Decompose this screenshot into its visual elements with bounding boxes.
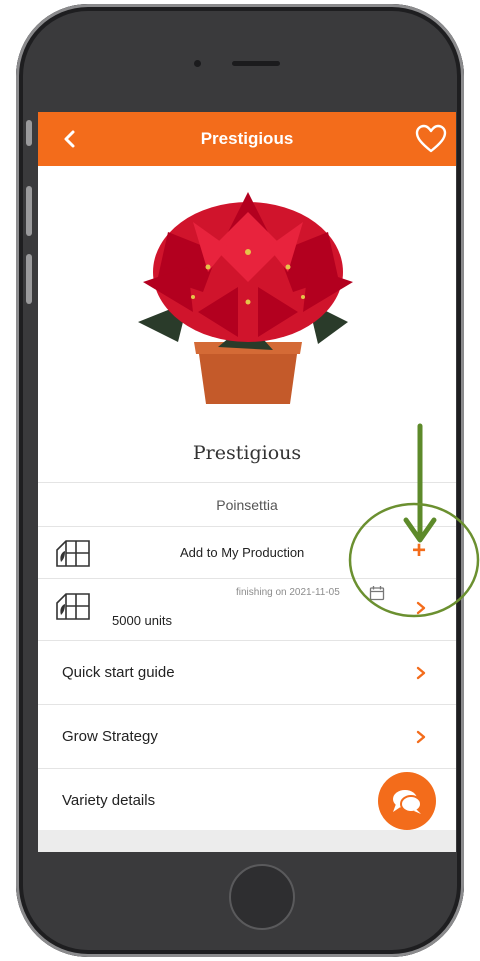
menu-item-quick-start-guide[interactable]: Quick start guide xyxy=(38,640,456,704)
volume-down-button xyxy=(26,254,32,304)
greenhouse-icon xyxy=(56,593,90,620)
species-label: Poinsettia xyxy=(216,496,278,513)
top-bar: Prestigious xyxy=(38,112,456,166)
chat-icon xyxy=(393,790,422,814)
earpiece-speaker xyxy=(232,61,280,66)
greenhouse-icon xyxy=(56,540,90,567)
finishing-date: finishing on 2021-11-05 xyxy=(236,587,340,598)
menu-item-label: Quick start guide xyxy=(62,664,175,681)
chat-button[interactable] xyxy=(378,772,436,830)
chevron-left-icon[interactable] xyxy=(58,126,82,152)
annotation-highlight xyxy=(348,423,480,618)
product-image xyxy=(138,192,353,404)
chevron-right-icon xyxy=(416,730,426,744)
menu-item-label: Variety details xyxy=(62,792,156,809)
heart-icon[interactable] xyxy=(415,124,447,154)
mute-switch xyxy=(26,120,32,146)
volume-up-button xyxy=(26,186,32,236)
chevron-right-icon xyxy=(416,666,426,680)
bottom-strip xyxy=(38,830,456,852)
page-title: Prestigious xyxy=(200,129,294,148)
menu-item-grow-strategy[interactable]: Grow Strategy xyxy=(38,704,456,768)
home-button[interactable] xyxy=(229,864,295,930)
menu-item-label: Grow Strategy xyxy=(62,728,158,745)
front-camera xyxy=(194,60,201,67)
units-count: 5000 units xyxy=(112,613,172,628)
add-to-production-label: Add to My Production xyxy=(180,545,305,560)
